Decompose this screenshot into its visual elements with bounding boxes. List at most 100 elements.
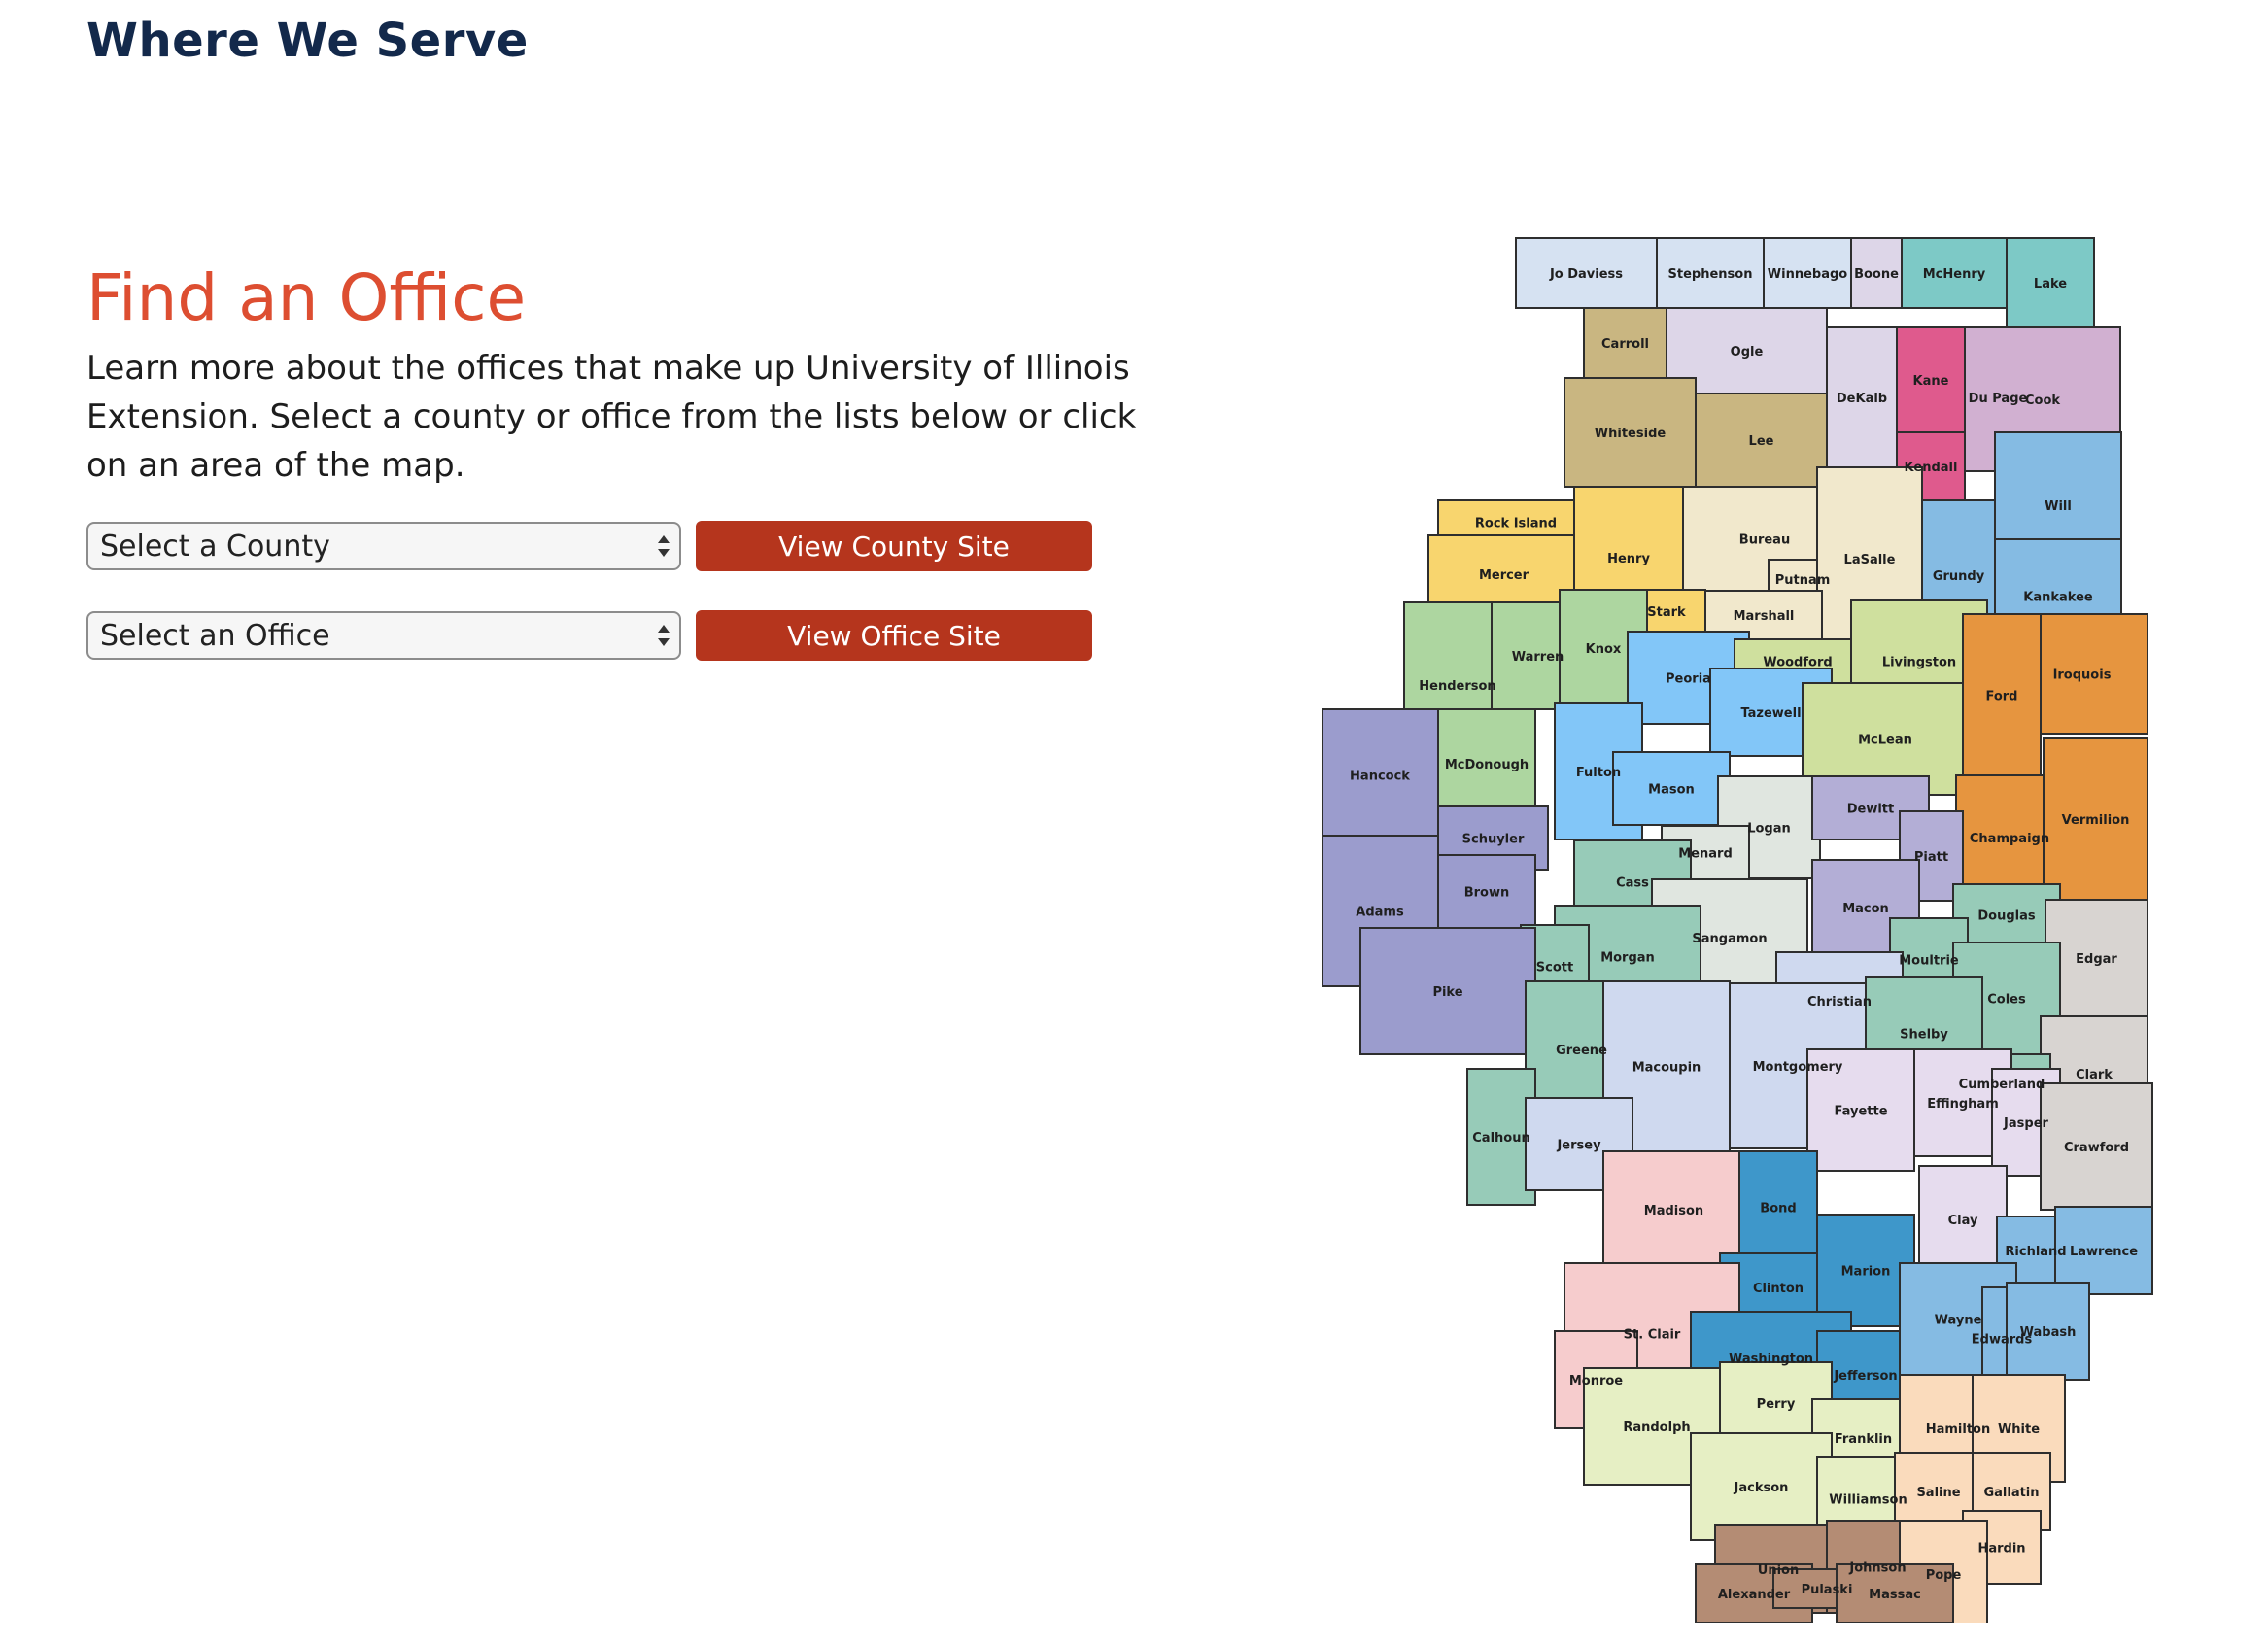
county-label: Carroll [1601,337,1649,352]
county-label: Henderson [1419,679,1495,694]
county-label: Massac [1869,1588,1921,1602]
county-label: Wayne [1935,1314,1982,1328]
county-label: Bureau [1739,533,1790,548]
county-label: Jackson [1734,1481,1789,1495]
county-label: Menard [1678,847,1733,862]
county-label: Monroe [1569,1374,1623,1388]
county-label: Douglas [1977,909,2036,924]
county-label: Schuyler [1462,833,1525,847]
county-label: Williamson [1829,1493,1907,1508]
county-label: Will [2045,499,2072,514]
county-label: Peoria [1666,672,1711,687]
county-label: Gallatin [1983,1486,2039,1500]
county-label: LaSalle [1844,553,1896,567]
county-label: Shelby [1900,1028,1948,1043]
county-label: Du Page [1969,392,2028,406]
county-label: Montgomery [1753,1060,1843,1075]
county-label: Christian [1807,995,1872,1010]
county-label: Macon [1842,902,1889,916]
county-label: Hardin [1977,1542,2025,1557]
county-label: Mercer [1479,568,1529,583]
county-label: Jasper [2003,1116,2048,1131]
find-office-title: Find an Office [86,260,527,335]
county-label: Champaign [1970,832,2049,846]
view-office-site-button[interactable]: View Office Site [696,610,1092,661]
county-label: Adams [1356,906,1404,920]
county-label: Bond [1760,1202,1796,1216]
county-label: Macoupin [1632,1061,1701,1076]
county-select[interactable]: Select a County [86,522,681,570]
county-label: Cass [1616,876,1649,891]
county-label: Rock Island [1475,517,1557,531]
county-label: Alexander [1718,1588,1791,1602]
county-label: Stark [1647,605,1686,620]
county-label: Tazewell [1740,706,1801,721]
county-label: White [1998,1422,2040,1437]
county-label: McLean [1858,734,1912,748]
county-label: Woodford [1763,656,1832,670]
county-label: Wabash [2020,1325,2077,1340]
county-label: Marion [1841,1265,1891,1280]
county-label: Edgar [2076,952,2117,967]
county-label: Boone [1854,267,1899,282]
select-arrows-icon [658,535,670,557]
county-label: Moultrie [1899,954,1959,969]
county-label: Stephenson [1668,267,1753,282]
county-label: Washington [1729,1353,1813,1367]
county-label: Jo Daviess [1549,267,1623,282]
county-label: Scott [1536,961,1573,976]
county-label: Pulaski [1802,1583,1853,1597]
county-label: Johnson [1848,1561,1906,1576]
county-label: Franklin [1835,1432,1892,1447]
county-label: Cumberland [1959,1078,2045,1092]
office-select[interactable]: Select an Office [86,611,681,660]
county-label: DeKalb [1837,392,1887,406]
county-label: Pike [1432,985,1462,1000]
county-label: Piatt [1914,850,1948,865]
county-label: Winnebago [1768,267,1848,282]
county-label: Warren [1512,650,1564,665]
county-label: Grundy [1933,569,1985,584]
county-label: Richland [2005,1245,2066,1259]
county-label: Cook [2025,394,2060,408]
county-label: Putnam [1775,573,1831,588]
county-label: Iroquois [2053,668,2112,683]
county-label: Ogle [1731,345,1764,360]
county-label: Clay [1948,1214,1978,1228]
county-label: Clark [2076,1068,2113,1082]
illinois-county-map[interactable]: Jo Daviess Stephenson Winnebago Boone McHenr… [1322,233,2167,1623]
county-label: Union [1758,1563,1799,1578]
county-label: Greene [1556,1044,1607,1058]
county-label: Lee [1749,434,1774,449]
county-label: Whiteside [1595,427,1667,441]
county-label: Lawrence [2070,1245,2138,1259]
county-label: Lake [2034,277,2067,291]
view-county-site-button[interactable]: View County Site [696,521,1092,571]
county-label: Madison [1644,1204,1703,1218]
find-office-intro: Learn more about the offices that make u… [86,349,1137,485]
county-label: Henry [1607,552,1650,566]
county-label: Perry [1757,1397,1796,1412]
county-label: Coles [1987,993,2026,1008]
county-label: Kane [1913,374,1949,389]
county-label: Dewitt [1847,803,1895,817]
county-label: Logan [1747,822,1791,837]
county-label: Brown [1464,886,1510,901]
page-title: Where We Serve [86,14,529,68]
county-label: Vermilion [2062,813,2130,828]
county-label: Calhoun [1472,1131,1529,1146]
county-label: Jefferson [1833,1369,1897,1384]
county-label: Fulton [1576,766,1621,780]
county-label: Morgan [1600,951,1655,966]
county-label: Kendall [1905,461,1958,475]
county-label: Saline [1916,1486,1960,1500]
county-label: Ford [1985,690,2017,704]
county-label: Jersey [1556,1139,1601,1153]
county-label: Livingston [1882,656,1956,670]
county-label: Crawford [2064,1141,2129,1155]
county-label: Hamilton [1926,1422,1991,1437]
county-label: McDonough [1445,758,1529,772]
county-label: Knox [1586,642,1622,657]
county-select-value: Select a County [100,530,330,564]
office-select-value: Select an Office [100,619,330,653]
